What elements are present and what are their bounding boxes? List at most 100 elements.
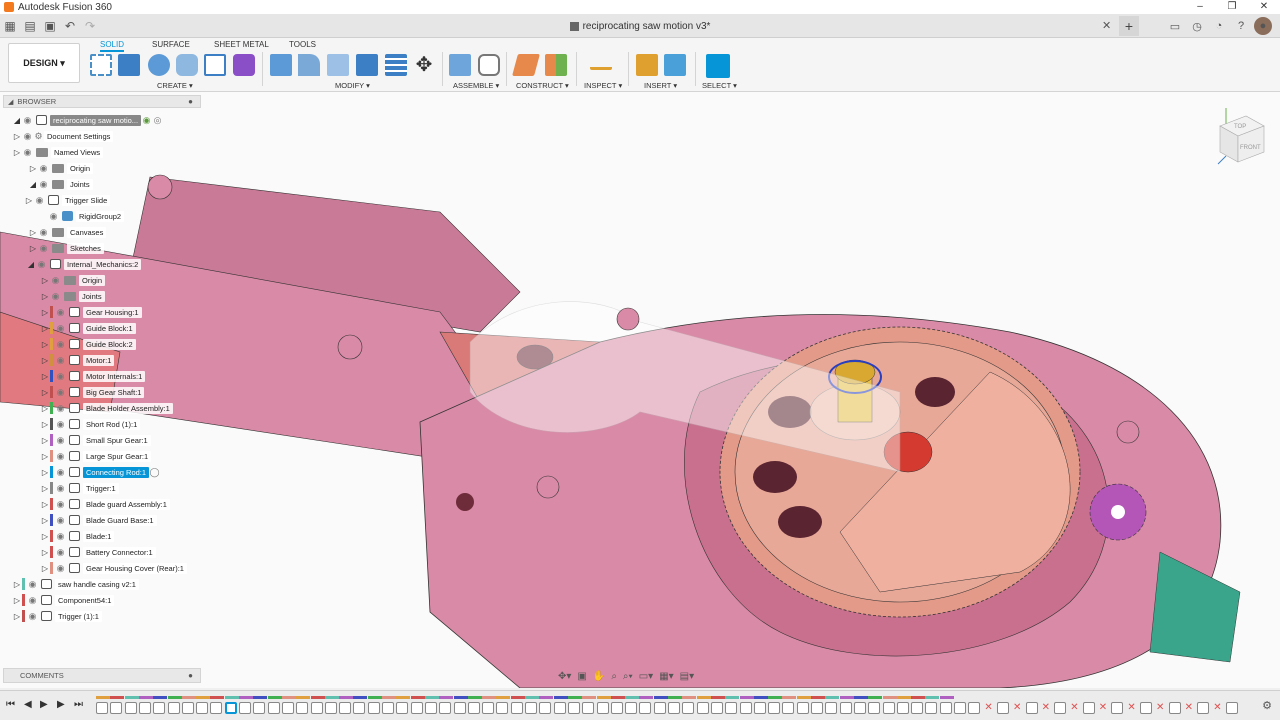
collapse-icon[interactable]: ◢ (8, 98, 13, 106)
notifications-icon[interactable]: ◔ (1210, 17, 1228, 35)
expand-icon[interactable]: ▷ (40, 324, 50, 333)
pattern-icon[interactable] (204, 54, 226, 76)
expand-icon[interactable]: ▷ (40, 500, 50, 509)
eye-icon[interactable]: ◉ (55, 323, 66, 334)
timeline-feature[interactable] (210, 702, 223, 714)
eye-icon[interactable]: ◉ (55, 483, 66, 494)
pin-icon[interactable]: ● (188, 671, 193, 680)
eye-icon[interactable]: ◉ (55, 355, 66, 366)
timeline-feature[interactable] (753, 702, 766, 714)
expand-icon[interactable]: ▷ (24, 196, 34, 205)
eye-icon[interactable]: ◉ (38, 163, 49, 174)
browser-item[interactable]: ▷ ◉ Gear Housing Cover (Rear):1 (40, 561, 187, 575)
timeline-feature[interactable] (696, 702, 709, 714)
pin-icon[interactable]: ● (188, 97, 193, 106)
timeline-feature[interactable] (782, 702, 795, 714)
new-tab-button[interactable]: + (1119, 16, 1139, 36)
browser-panel-header[interactable]: ◢ BROWSER ● (3, 95, 201, 108)
expand-icon[interactable]: ▷ (12, 580, 22, 589)
timeline-feature[interactable] (853, 702, 866, 714)
browser-item[interactable]: ▷ ◉ saw handle casing v2:1 (12, 577, 139, 591)
timeline-feature[interactable] (382, 702, 394, 714)
eye-icon[interactable]: ◉ (55, 531, 66, 542)
timeline-feature[interactable] (281, 702, 294, 714)
timeline-joint-feature[interactable]: ✕ (1211, 702, 1223, 714)
timeline-feature[interactable] (682, 702, 695, 714)
workspace-switcher[interactable]: DESIGN ▾ (8, 43, 80, 83)
timeline-feature[interactable] (739, 702, 752, 714)
browser-item[interactable]: ▷ ◉ Component54:1 (12, 593, 115, 607)
timeline-feature[interactable] (110, 702, 123, 714)
construct-menu[interactable]: CONSTRUCT ▾ (516, 81, 569, 90)
timeline-feature[interactable] (339, 702, 352, 714)
timeline-feature[interactable] (1197, 702, 1210, 714)
timeline-feature[interactable] (1025, 702, 1038, 714)
browser-item[interactable]: ▷ ◉ Trigger:1 (40, 481, 119, 495)
expand-icon[interactable]: ▷ (12, 148, 22, 157)
shell-icon[interactable] (356, 54, 378, 76)
display-settings-icon[interactable]: ▭▾ (639, 671, 653, 682)
expand-icon[interactable]: ▷ (12, 596, 22, 605)
assemble-menu[interactable]: ASSEMBLE ▾ (453, 81, 499, 90)
revolve-icon[interactable] (148, 54, 170, 76)
create-menu[interactable]: CREATE ▾ (157, 81, 193, 90)
timeline-back-button[interactable]: ◀ (24, 699, 32, 710)
timeline-feature[interactable] (868, 702, 881, 714)
eye-icon[interactable]: ◉ (22, 115, 33, 126)
timeline-joint-feature[interactable]: ✕ (983, 702, 995, 714)
timeline-joint-feature[interactable]: ✕ (1097, 702, 1109, 714)
timeline-feature[interactable] (553, 702, 566, 714)
timeline-feature[interactable] (239, 702, 251, 714)
eye-icon[interactable]: ◉ (38, 179, 49, 190)
insert-mesh-icon[interactable] (636, 54, 658, 76)
browser-item[interactable]: ▷ ◉ ⚙ Document Settings (12, 129, 114, 143)
timeline-feature[interactable] (825, 702, 838, 714)
timeline-feature[interactable] (582, 702, 595, 714)
extrude-icon[interactable] (118, 54, 140, 76)
timeline-play-button[interactable]: ▶ (40, 699, 48, 710)
grid-icon[interactable]: ▦ (0, 17, 20, 35)
eye-icon[interactable]: ◉ (27, 611, 38, 622)
browser-item[interactable]: ▷ ◉ Guide Block:1 (40, 321, 136, 335)
radio-icon[interactable]: ◯ (149, 467, 160, 478)
eye-icon[interactable]: ◉ (55, 515, 66, 526)
look-at-icon[interactable]: ▣ (577, 671, 586, 682)
modify-menu[interactable]: MODIFY ▾ (335, 81, 370, 90)
undo-icon[interactable]: ↶ (60, 17, 80, 35)
expand-icon[interactable]: ▷ (12, 612, 22, 621)
expand-icon[interactable]: ▷ (40, 276, 50, 285)
insert-menu[interactable]: INSERT ▾ (644, 81, 677, 90)
avatar[interactable]: ● (1254, 17, 1272, 35)
browser-item[interactable]: ▷ ◉ Guide Block:2 (40, 337, 136, 351)
timeline-feature[interactable] (1139, 702, 1152, 714)
expand-icon[interactable]: ▷ (40, 308, 50, 317)
browser-item[interactable]: ▷ ◉ Small Spur Gear:1 (40, 433, 151, 447)
timeline-feature[interactable] (396, 702, 409, 714)
timeline-joint-feature[interactable]: ✕ (1154, 702, 1166, 714)
expand-icon[interactable]: ▷ (40, 564, 50, 573)
timeline-feature[interactable] (710, 702, 723, 714)
3d-viewport[interactable] (0, 92, 1280, 688)
eye-icon[interactable]: ◉ (48, 211, 59, 222)
timeline-feature[interactable] (610, 702, 623, 714)
eye-icon[interactable]: ◉ (55, 435, 66, 446)
timeline-feature[interactable] (310, 702, 323, 714)
help-icon[interactable]: ? (1232, 17, 1250, 35)
timeline-feature[interactable] (1082, 702, 1095, 714)
create-form-icon[interactable] (233, 54, 255, 76)
timeline-feature[interactable] (253, 702, 266, 714)
expand-icon[interactable]: ▷ (28, 228, 38, 237)
radio-icon[interactable]: ◎ (152, 115, 163, 126)
timeline-feature[interactable] (267, 702, 280, 714)
chamfer-icon[interactable] (327, 54, 349, 76)
browser-item[interactable]: ◉ RigidGroup2 (38, 209, 125, 223)
grid-settings-icon[interactable]: ▦▾ (659, 671, 673, 682)
eye-icon[interactable]: ◉ (50, 275, 61, 286)
redo-icon[interactable]: ↷ (80, 17, 100, 35)
restore-button[interactable]: ❐ (1216, 0, 1248, 14)
expand-icon[interactable]: ▷ (28, 164, 38, 173)
eye-icon[interactable]: ◉ (22, 147, 33, 158)
timeline-feature[interactable] (525, 702, 537, 714)
timeline-feature[interactable] (482, 702, 495, 714)
eye-icon[interactable]: ◉ (22, 131, 33, 142)
